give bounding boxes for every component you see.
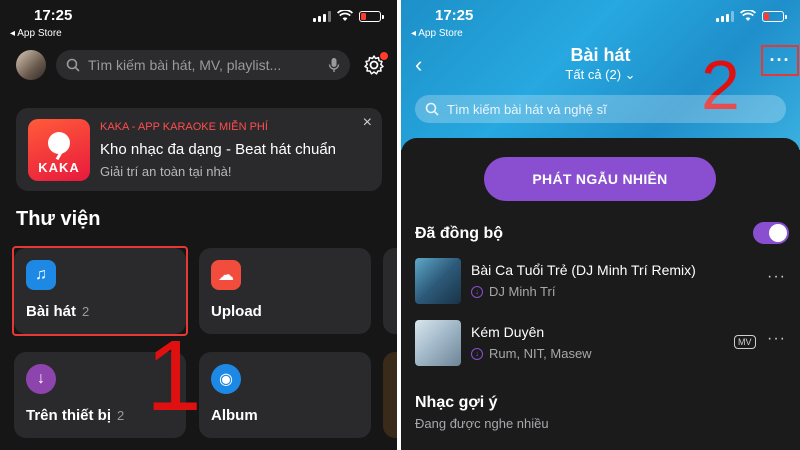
status-time: 17:25 xyxy=(34,7,73,24)
right-screen: 17:25 ◂ App Store ‹ Bài hát Tất cả (2) ⌄… xyxy=(401,0,800,450)
search-placeholder: Tìm kiếm bài hát, MV, playlist... xyxy=(88,57,282,73)
song-search-input[interactable]: Tìm kiếm bài hát và nghệ sĩ xyxy=(415,95,786,123)
kaka-logo-text: KAKA xyxy=(38,160,80,175)
banner-tag: KAKA - APP KARAOKE MIỄN PHÍ xyxy=(100,121,268,133)
status-bar: 17:25 ◂ App Store xyxy=(401,0,800,40)
karaoke-mic-icon xyxy=(48,132,70,154)
filter-dropdown[interactable]: Tất cả (2) ⌄ xyxy=(401,67,800,83)
search-icon xyxy=(425,102,439,116)
left-screen: 17:25 ◂ App Store Tìm kiếm bài hát, MV, … xyxy=(0,0,397,450)
downloaded-icon: ↓ xyxy=(471,347,483,360)
song-artist: ↓ Rum, NIT, Masew xyxy=(471,346,592,361)
song-artist: ↓ DJ Minh Trí xyxy=(471,284,555,299)
song-more-icon[interactable]: ··· xyxy=(767,330,786,348)
library-title: Thư viện xyxy=(16,208,101,230)
mv-badge[interactable]: MV xyxy=(734,335,756,349)
kaka-logo: KAKA xyxy=(28,119,90,181)
song-artwork xyxy=(415,320,461,366)
search-placeholder: Tìm kiếm bài hát và nghệ sĩ xyxy=(447,101,607,117)
signal-icon xyxy=(313,10,331,22)
signal-icon xyxy=(716,10,734,22)
library-card-label: Album xyxy=(211,407,258,424)
kaka-ad-banner[interactable]: KAKA KAKA - APP KARAOKE MIỄN PHÍ Kho nhạ… xyxy=(16,108,382,191)
step-number-1: 1 xyxy=(146,320,202,432)
battery-icon xyxy=(762,10,787,22)
page-title: Bài hát xyxy=(570,45,631,65)
library-card-partial[interactable] xyxy=(383,248,397,334)
library-card-partial[interactable] xyxy=(383,352,397,438)
suggested-subtitle: Đang được nghe nhiều xyxy=(415,416,549,431)
song-title: Kém Duyên xyxy=(471,324,545,340)
library-card-upload[interactable]: ☁ Upload xyxy=(199,248,371,334)
back-to-app-store[interactable]: ◂ App Store xyxy=(10,28,62,39)
battery-icon xyxy=(359,10,384,22)
song-artwork xyxy=(415,258,461,304)
suggested-title: Nhạc gợi ý xyxy=(415,394,498,411)
search-input[interactable]: Tìm kiếm bài hát, MV, playlist... xyxy=(56,50,350,80)
song-row[interactable]: Bài Ca Tuổi Trẻ (DJ Minh Trí Remix) ↓ DJ … xyxy=(401,258,800,314)
library-card-label: Upload xyxy=(211,303,262,320)
song-row[interactable]: Kém Duyên ↓ Rum, NIT, Masew MV ··· xyxy=(401,320,800,376)
synced-toggle[interactable] xyxy=(753,222,789,244)
banner-subtitle: Giải trí an toàn tại nhà! xyxy=(100,164,232,179)
downloaded-icon: ↓ xyxy=(471,285,483,298)
status-bar: 17:25 ◂ App Store xyxy=(0,0,397,40)
status-icons xyxy=(716,10,787,22)
song-title: Bài Ca Tuổi Trẻ (DJ Minh Trí Remix) xyxy=(471,262,696,278)
synced-label: Đã đồng bộ xyxy=(415,225,503,242)
search-icon xyxy=(66,58,80,72)
wifi-icon xyxy=(337,10,353,21)
notification-dot xyxy=(380,52,388,60)
download-icon: ↓ xyxy=(26,364,56,394)
more-options-button[interactable]: ··· xyxy=(761,45,799,76)
toggle-knob xyxy=(769,224,787,242)
microphone-icon[interactable] xyxy=(328,57,340,73)
back-to-app-store[interactable]: ◂ App Store xyxy=(411,28,463,39)
wifi-icon xyxy=(740,10,756,21)
song-more-icon[interactable]: ··· xyxy=(767,268,786,286)
avatar[interactable] xyxy=(16,50,46,80)
library-card-album[interactable]: ◉ Album xyxy=(199,352,371,438)
shuffle-play-button[interactable]: PHÁT NGẪU NHIÊN xyxy=(484,157,716,201)
album-icon: ◉ xyxy=(211,364,241,394)
library-card-label: Trên thiết bị 2 xyxy=(26,407,125,424)
banner-title: Kho nhạc đa dạng - Beat hát chuẩn xyxy=(100,141,337,158)
cloud-upload-icon: ☁ xyxy=(211,260,241,290)
status-icons xyxy=(313,10,384,22)
status-time: 17:25 xyxy=(435,7,474,24)
close-icon[interactable]: × xyxy=(363,114,372,132)
